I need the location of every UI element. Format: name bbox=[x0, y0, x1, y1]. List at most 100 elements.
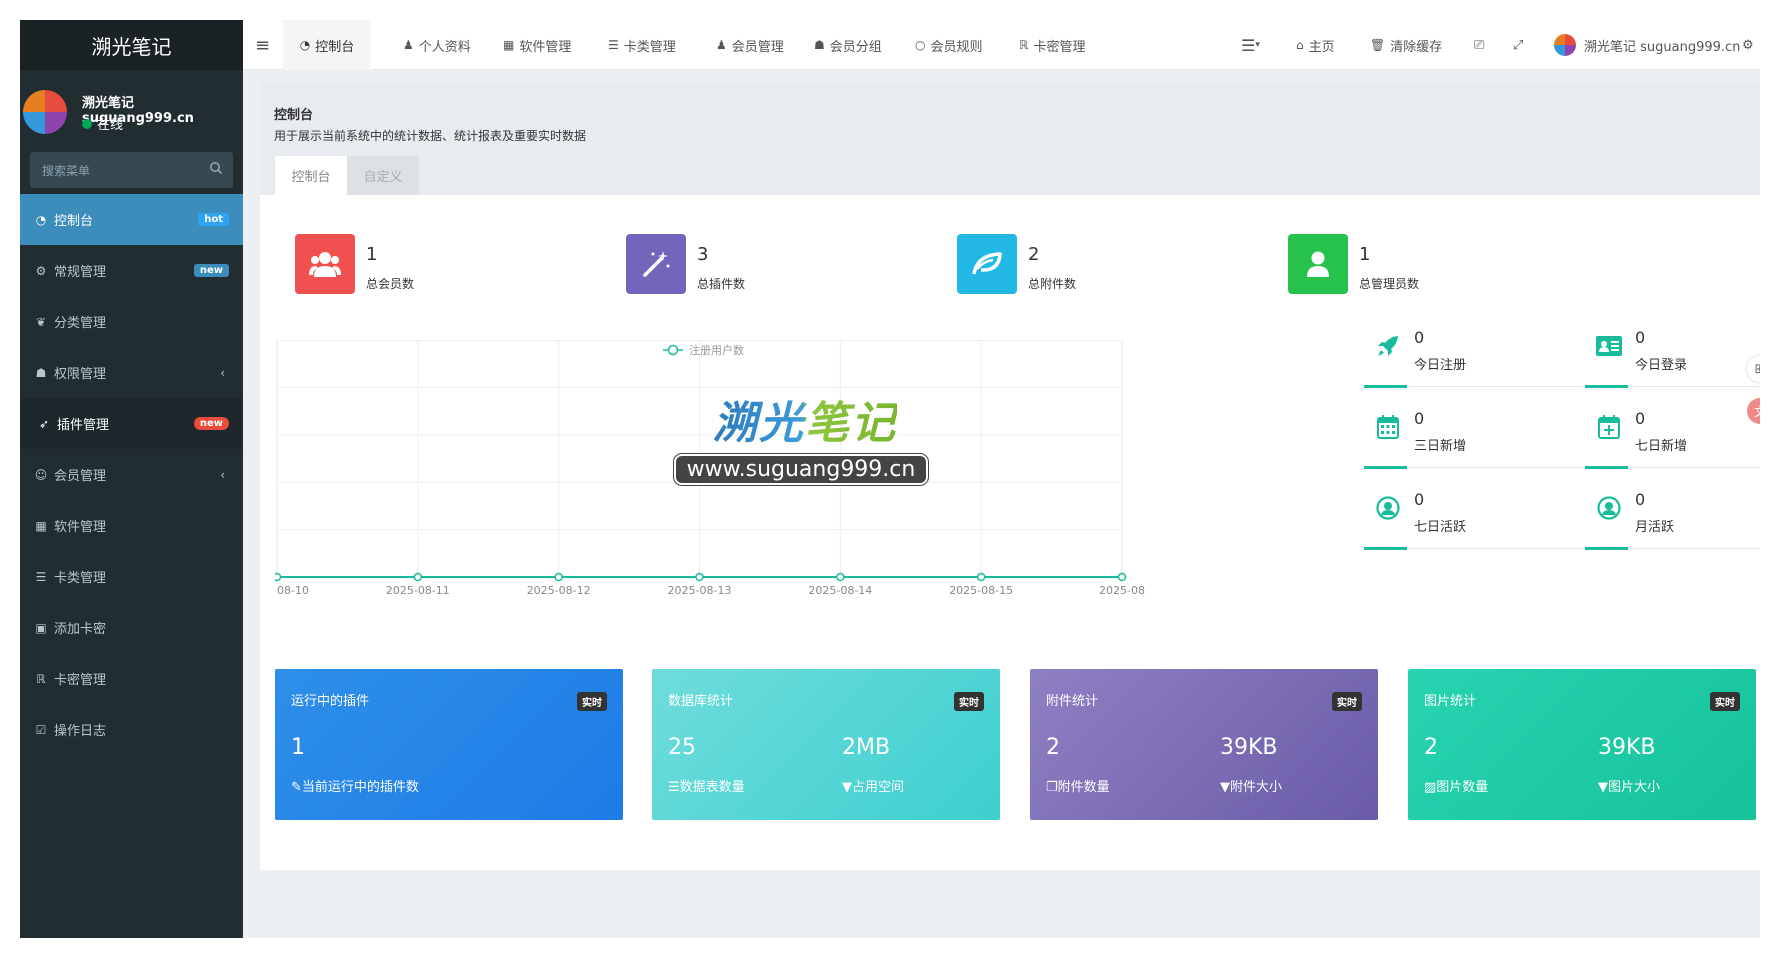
user-menu[interactable]: 溯光笔记 suguang999.cn bbox=[1554, 20, 1740, 70]
magic-icon bbox=[626, 234, 686, 294]
tab-cardkey[interactable]: ℝ 卡密管理 bbox=[1019, 20, 1086, 70]
leaf-icon bbox=[957, 234, 1017, 294]
gears-icon: ⚙ bbox=[1742, 37, 1754, 53]
tab-member[interactable]: ♟ 会员管理 bbox=[716, 20, 784, 70]
menu-search-placeholder: 搜索菜单 bbox=[42, 163, 91, 178]
group-icon: ☗ bbox=[35, 365, 47, 380]
hot-badge: hot bbox=[198, 213, 229, 226]
clear-cache-button[interactable]: 🗑 清除缓存 bbox=[1370, 20, 1442, 70]
tab-custom[interactable]: 自定义 bbox=[347, 156, 419, 195]
sidebar-item-dashboard[interactable]: ◔ 控制台 hot bbox=[20, 194, 243, 245]
data-point bbox=[695, 572, 704, 582]
tabs-dropdown-button[interactable]: ☰ ▾ bbox=[1241, 20, 1260, 70]
user-icon bbox=[1288, 234, 1348, 294]
data-point bbox=[413, 572, 423, 582]
sidebar-item-log[interactable]: ☑ 操作日志 bbox=[20, 704, 243, 755]
stat-members: 1 总会员数 bbox=[295, 234, 414, 294]
filter-icon: ▼ bbox=[842, 780, 852, 795]
legend-label: 注册用户数 bbox=[689, 343, 744, 357]
filter-icon: ▼ bbox=[1220, 780, 1230, 795]
sidebar-item-addcard[interactable]: ▣ 添加卡密 bbox=[20, 602, 243, 653]
magic-icon: ✎ bbox=[291, 780, 302, 795]
app-frame: 溯光笔记 溯光笔记 suguang999.cn 在线 搜索菜单 ◔ 控制台 hot … bbox=[20, 20, 1760, 938]
chart-legend[interactable]: 注册用户数 bbox=[663, 343, 744, 357]
sidebar-item-category[interactable]: ❦ 分类管理 bbox=[20, 296, 243, 347]
image-icon: ▨ bbox=[1424, 780, 1437, 795]
stat-addons: 3 总插件数 bbox=[626, 234, 745, 294]
page-header: 控制台 用于展示当前系统中的统计数据、统计报表及重要实时数据 控制台 自定义 bbox=[260, 82, 1760, 195]
sidebar-item-addon[interactable]: ➶ 插件管理 new bbox=[20, 398, 243, 449]
th-large-icon: ▦ bbox=[35, 518, 47, 533]
caret-down-icon: ▾ bbox=[1255, 40, 1260, 50]
chart-series bbox=[275, 572, 1127, 582]
tab-dashboard[interactable]: 控制台 bbox=[275, 156, 347, 195]
app-logo[interactable]: 溯光笔记 bbox=[20, 20, 243, 70]
chevron-left-icon: ‹ bbox=[220, 365, 225, 380]
tab-dashboard[interactable]: ◔ 控制台 bbox=[283, 20, 371, 70]
fullscreen-icon: ⤢ bbox=[1513, 37, 1524, 53]
sidebar: 溯光笔记 溯光笔记 suguang999.cn 在线 搜索菜单 ◔ 控制台 hot … bbox=[20, 20, 243, 938]
circle-o-icon: ○ bbox=[915, 38, 926, 52]
sidebar-item-cardkey[interactable]: ℝ 卡密管理 bbox=[20, 653, 243, 704]
x-tick-label: 2025-08-15 bbox=[949, 584, 1013, 597]
tab-member-group[interactable]: ☗ 会员分组 bbox=[814, 20, 882, 70]
database-icon: ☰ bbox=[668, 780, 680, 795]
calendar-plus-icon bbox=[1595, 413, 1623, 441]
fullscreen-button[interactable]: ⤢ bbox=[1513, 20, 1523, 70]
stat-admins: 1 总管理员数 bbox=[1288, 234, 1419, 294]
settings-button[interactable]: ⚙ bbox=[1742, 20, 1754, 70]
card-database-stats: 数据库统计 实时 25 ☰数据表数量 2MB ▼占用空间 bbox=[652, 669, 1000, 820]
stat-attachments: 2 总附件数 bbox=[957, 234, 1076, 294]
stat-label: 总附件数 bbox=[1028, 277, 1077, 291]
stat-label: 总插件数 bbox=[697, 277, 746, 291]
list-icon: ☰ bbox=[35, 569, 47, 584]
sidebar-item-general[interactable]: ⚙ 常规管理 new bbox=[20, 245, 243, 296]
language-button[interactable]: ⎚ bbox=[1474, 20, 1484, 70]
th-large-icon: ▦ bbox=[503, 38, 515, 52]
new-badge: new bbox=[193, 264, 229, 277]
user-icon: ♟ bbox=[403, 38, 414, 52]
mini-stat-month-active: 0 月活跃 bbox=[1585, 486, 1760, 576]
data-point bbox=[1117, 572, 1127, 582]
search-icon[interactable] bbox=[209, 161, 223, 175]
user-panel: 溯光笔记 suguang999.cn 在线 bbox=[20, 70, 243, 152]
tab-profile[interactable]: ♟ 个人资料 bbox=[403, 20, 471, 70]
tab-cardtype[interactable]: ☰ 卡类管理 bbox=[608, 20, 676, 70]
leaf-icon: ❦ bbox=[35, 314, 47, 329]
users-icon bbox=[295, 234, 355, 294]
page-title: 控制台 bbox=[274, 108, 314, 123]
x-tick-label: 2025-08-11 bbox=[386, 584, 450, 597]
language-icon: ⎚ bbox=[1474, 37, 1485, 53]
dashboard-icon: ◔ bbox=[35, 212, 47, 227]
mini-stat-7day-active: 0 七日活跃 bbox=[1364, 486, 1585, 576]
menu-search-input[interactable]: 搜索菜单 bbox=[30, 152, 233, 188]
home-link[interactable]: ⌂ 主页 bbox=[1296, 20, 1335, 70]
stat-label: 总管理员数 bbox=[1359, 277, 1420, 291]
avatar bbox=[23, 90, 67, 134]
sidebar-item-cardtype[interactable]: ☰ 卡类管理 bbox=[20, 551, 243, 602]
data-point bbox=[275, 572, 282, 582]
rss-icon: ℝ bbox=[36, 671, 46, 686]
qrcode-icon: ⊞ bbox=[1755, 362, 1760, 377]
user-circle-icon: ☺ bbox=[34, 467, 48, 482]
x-tick-label: 2025-08 bbox=[1099, 584, 1145, 597]
tab-software[interactable]: ▦ 软件管理 bbox=[503, 20, 571, 70]
mini-stat-7day-new: 0 七日新增 bbox=[1585, 405, 1760, 495]
mini-stat-today-login: 0 今日登录 bbox=[1585, 324, 1760, 414]
cogs-icon: ⚙ bbox=[35, 263, 47, 278]
sidebar-item-member[interactable]: ☺ 会员管理 ‹ bbox=[20, 449, 243, 500]
online-dot-icon bbox=[82, 119, 92, 129]
sidebar-menu: ◔ 控制台 hot ⚙ 常规管理 new ❦ 分类管理 ☗ 权限管理 ‹ ➶ 插件管理 new ☺… bbox=[20, 194, 243, 755]
mini-stat-today-register: 0 今日注册 bbox=[1364, 324, 1585, 414]
sidebar-toggle-button[interactable]: ≡ bbox=[255, 20, 270, 70]
sidebar-item-auth[interactable]: ☗ 权限管理 ‹ bbox=[20, 347, 243, 398]
sidebar-item-software[interactable]: ▦ 软件管理 bbox=[20, 500, 243, 551]
rss-icon: ℝ bbox=[1019, 38, 1029, 52]
chart-x-axis: 08-10 2025-08-11 2025-08-12 2025-08-13 2025-… bbox=[277, 584, 1145, 597]
realtime-badge: 实时 bbox=[1710, 692, 1740, 711]
watermark-url: www.suguang999.cn bbox=[674, 454, 928, 485]
filter-icon: ▼ bbox=[1598, 780, 1608, 795]
tab-member-rule[interactable]: ○ 会员规则 bbox=[915, 20, 983, 70]
top-navbar: ≡ ◔ 控制台 ♟ 个人资料 ▦ 软件管理 ☰ 卡类管理 ♟ 会员管理 ☗ 会员分组 ○ 会员… bbox=[243, 20, 1760, 70]
x-tick-label: 2025-08-13 bbox=[668, 584, 732, 597]
